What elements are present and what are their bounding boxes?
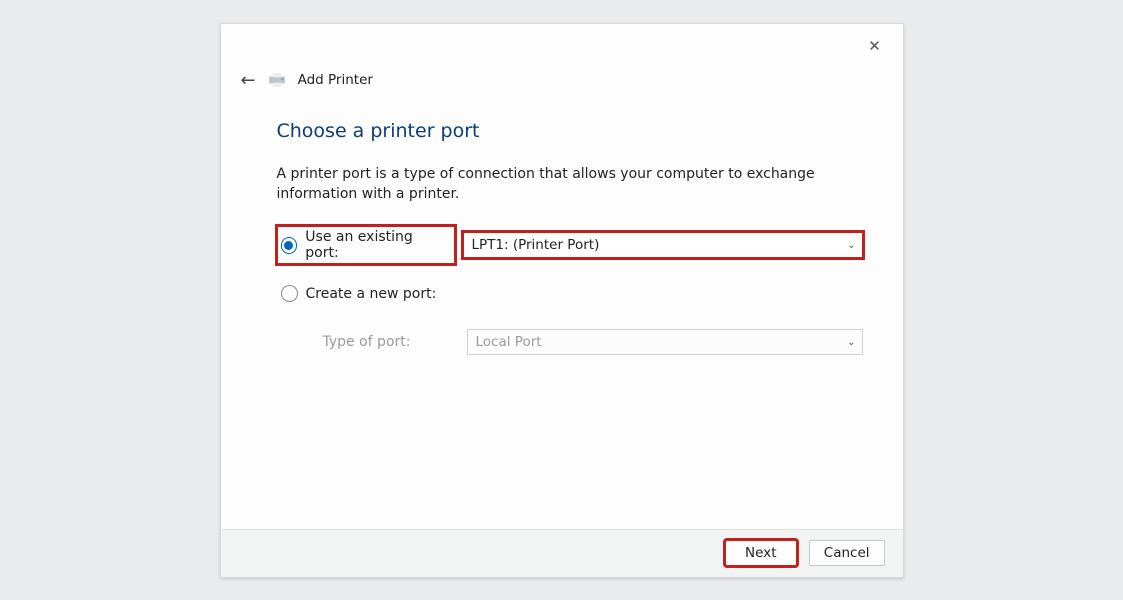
dialog-content: Choose a printer port A printer port is … [277, 120, 863, 356]
radio-existing-label: Use an existing port: [305, 229, 448, 261]
cancel-button-label: Cancel [824, 545, 870, 561]
dialog-title: Add Printer [298, 72, 373, 88]
port-type-value: Local Port [476, 334, 542, 350]
dialog-footer: Next Cancel [221, 529, 903, 577]
radio-existing-port[interactable]: Use an existing port: [277, 226, 455, 264]
printer-icon [266, 73, 288, 87]
next-button-label: Next [745, 545, 776, 561]
next-button[interactable]: Next [725, 540, 797, 566]
port-type-row: Type of port: Local Port ⌄ [277, 329, 863, 355]
existing-port-value: LPT1: (Printer Port) [472, 237, 600, 253]
existing-port-dropdown[interactable]: LPT1: (Printer Port) ⌄ [463, 232, 863, 258]
radio-icon[interactable] [281, 237, 298, 254]
add-printer-dialog: ✕ ← Add Printer Choose a printer port A … [220, 23, 904, 578]
page-heading: Choose a printer port [277, 120, 863, 142]
chevron-down-icon: ⌄ [847, 240, 855, 251]
back-arrow-icon[interactable]: ← [241, 70, 256, 91]
port-type-dropdown: Local Port ⌄ [467, 329, 863, 355]
radio-create-port[interactable]: Create a new port: [277, 282, 443, 305]
dialog-header: ← Add Printer [241, 70, 373, 91]
option-create-row: Create a new port: [277, 282, 863, 305]
radio-icon[interactable] [281, 285, 298, 302]
radio-create-label: Create a new port: [306, 286, 437, 302]
close-icon[interactable]: ✕ [859, 32, 891, 60]
option-existing-row: Use an existing port: LPT1: (Printer Por… [277, 226, 863, 264]
cancel-button[interactable]: Cancel [809, 540, 885, 566]
port-type-label: Type of port: [323, 334, 411, 350]
chevron-down-icon: ⌄ [847, 337, 855, 348]
page-description: A printer port is a type of connection t… [277, 164, 847, 205]
